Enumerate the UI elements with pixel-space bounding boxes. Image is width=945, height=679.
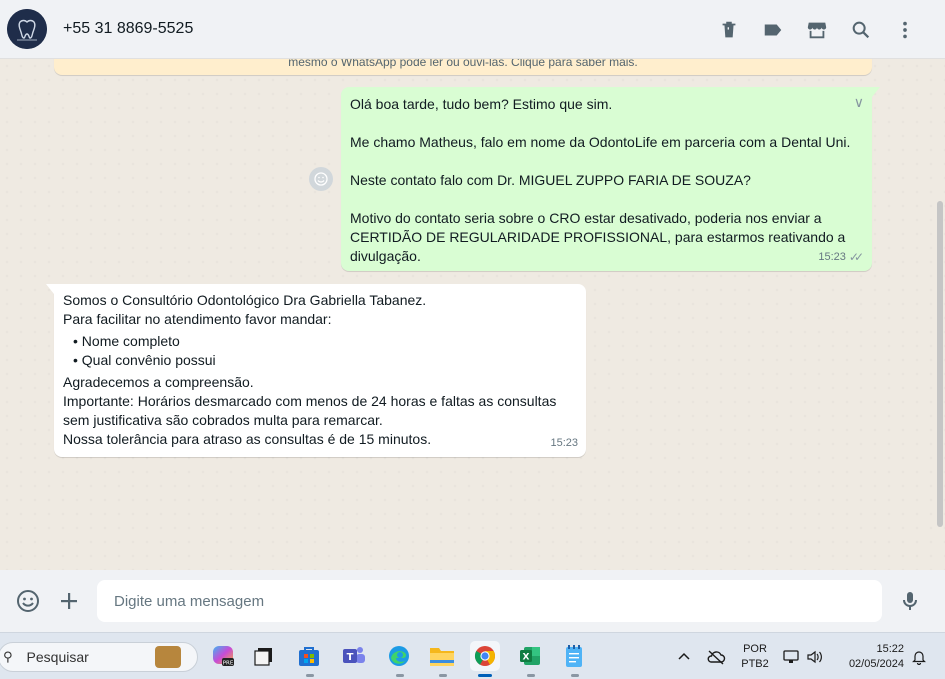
file-explorer-icon[interactable] bbox=[427, 641, 457, 677]
chat-scrollbar[interactable] bbox=[937, 201, 943, 527]
message-meta: 15:23 bbox=[550, 434, 578, 453]
svg-text:X: X bbox=[523, 653, 530, 663]
double-check-icon: ✓✓ bbox=[848, 250, 864, 264]
task-view-icon[interactable] bbox=[249, 641, 279, 671]
tooth-logo-icon bbox=[7, 9, 47, 49]
list-item: Nome completo bbox=[73, 332, 577, 351]
notification-bell-icon[interactable] bbox=[911, 633, 927, 679]
encryption-notice-text: mesmo o WhatsApp pode ler ou ouvi-las. C… bbox=[288, 59, 638, 69]
message-line: Somos o Consultório Odontológico Dra Gab… bbox=[63, 292, 427, 308]
copilot-app-icon[interactable]: PRE bbox=[208, 641, 238, 671]
teams-icon[interactable]: T bbox=[339, 641, 369, 671]
microsoft-store-icon[interactable] bbox=[294, 641, 324, 677]
taskbar-search-label: Pesquisar bbox=[26, 649, 89, 665]
system-clock[interactable]: 15:22 02/05/2024 bbox=[838, 642, 904, 672]
message-paragraph: Olá boa tarde, tudo bem? Estimo que sim. bbox=[350, 96, 613, 112]
attach-plus-icon[interactable] bbox=[49, 581, 89, 621]
emoji-icon[interactable] bbox=[8, 581, 48, 621]
chevron-up-icon[interactable] bbox=[677, 633, 691, 679]
message-paragraph: Me chamo Matheus, falo em nome da Odonto… bbox=[350, 134, 851, 150]
notepad-icon[interactable] bbox=[559, 641, 589, 677]
search-icon[interactable] bbox=[839, 8, 883, 52]
label-icon[interactable] bbox=[751, 8, 795, 52]
volume-icon[interactable] bbox=[806, 633, 824, 679]
message-paragraph: Motivo do contato seria sobre o CRO esta… bbox=[350, 210, 846, 264]
store-icon[interactable] bbox=[795, 8, 839, 52]
message-line: Agradecemos a compreensão. bbox=[63, 374, 254, 390]
chat-header: +55 31 8869-5525 bbox=[0, 0, 945, 59]
message-time: 15:23 bbox=[818, 251, 846, 263]
chevron-down-icon[interactable]: ∨ bbox=[854, 93, 864, 112]
microphone-icon[interactable] bbox=[890, 581, 930, 621]
encryption-notice[interactable]: mesmo o WhatsApp pode ler ou ouvi-las. C… bbox=[54, 59, 872, 75]
clock-time: 15:22 bbox=[876, 643, 904, 655]
contact-name[interactable]: +55 31 8869-5525 bbox=[63, 20, 193, 38]
message-input[interactable] bbox=[97, 580, 882, 622]
reaction-button[interactable] bbox=[309, 167, 333, 191]
message-line: Para facilitar no atendimento favor mand… bbox=[63, 311, 332, 327]
windows-taskbar: ⚲ Pesquisar PRE T X POR PTB2 15:22 02/05… bbox=[0, 632, 945, 679]
taskbar-search[interactable]: ⚲ Pesquisar bbox=[0, 642, 198, 672]
language-code: POR bbox=[743, 643, 767, 655]
delete-icon[interactable] bbox=[707, 8, 751, 52]
outgoing-message[interactable]: ∨ Olá boa tarde, tudo bem? Estimo que si… bbox=[341, 87, 880, 271]
excel-icon[interactable]: X bbox=[515, 641, 545, 677]
clock-date: 02/05/2024 bbox=[848, 658, 904, 670]
message-time: 15:23 bbox=[550, 437, 578, 449]
message-paragraph: Neste contato falo com Dr. MIGUEL ZUPPO … bbox=[350, 172, 751, 188]
contact-avatar[interactable] bbox=[7, 9, 47, 49]
keyboard-layout: PTB2 bbox=[741, 658, 769, 670]
composer bbox=[0, 570, 945, 632]
search-icon: ⚲ bbox=[3, 649, 13, 664]
network-icon[interactable] bbox=[782, 633, 800, 679]
svg-text:T: T bbox=[347, 652, 354, 663]
svg-text:PRE: PRE bbox=[223, 661, 234, 667]
message-meta: 15:23 ✓✓ bbox=[818, 248, 864, 267]
briefcase-icon bbox=[155, 646, 181, 668]
message-list: Nome completo Qual convênio possui bbox=[73, 332, 577, 370]
onedrive-offline-icon[interactable] bbox=[706, 633, 726, 679]
list-item: Qual convênio possui bbox=[73, 351, 577, 370]
input-language[interactable]: POR PTB2 bbox=[740, 642, 770, 672]
message-line: Importante: Horários desmarcado com meno… bbox=[63, 393, 557, 428]
edge-icon[interactable] bbox=[384, 641, 414, 677]
incoming-message[interactable]: Somos o Consultório Odontológico Dra Gab… bbox=[46, 284, 586, 457]
chat-area[interactable]: mesmo o WhatsApp pode ler ou ouvi-las. C… bbox=[0, 59, 945, 570]
smiley-icon bbox=[314, 172, 328, 186]
menu-icon[interactable] bbox=[883, 8, 927, 52]
message-line: Nossa tolerância para atraso as consulta… bbox=[63, 431, 432, 447]
chrome-icon[interactable] bbox=[470, 641, 500, 677]
